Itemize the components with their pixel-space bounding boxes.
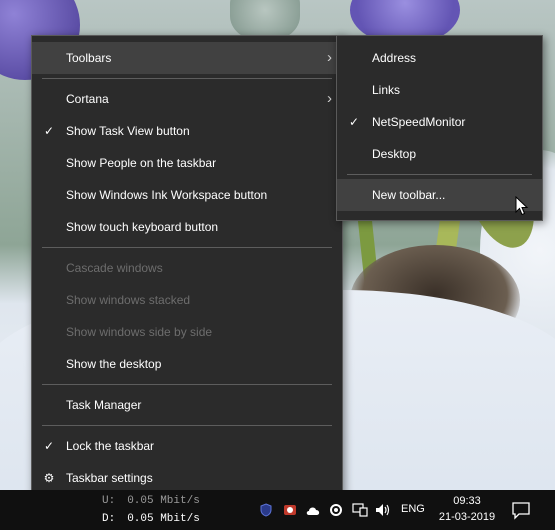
clock-time: 09:33 [453, 495, 481, 507]
menu-item-label: Lock the taskbar [66, 439, 155, 453]
taskbar-context-menu: Toolbars › Cortana › ✓ Show Task View bu… [31, 35, 343, 503]
netspeed-monitor[interactable]: U: 0.05 Mbit/s D: 0.05 Mbit/s [102, 490, 200, 528]
menu-separator [42, 425, 332, 426]
menu-item-cortana[interactable]: Cortana › [32, 83, 342, 115]
download-value: 0.05 Mbit/s [127, 513, 200, 525]
upload-label: U: [102, 495, 116, 507]
clock-date: 21-03-2019 [438, 511, 496, 523]
menu-item-label: Links [372, 83, 401, 97]
submenu-item-netspeedmonitor[interactable]: ✓ NetSpeedMonitor [337, 106, 542, 138]
menu-item-toolbars[interactable]: Toolbars › [32, 42, 342, 74]
menu-item-show-ink-workspace[interactable]: Show Windows Ink Workspace button [32, 179, 342, 211]
menu-item-label: Show People on the taskbar [66, 156, 217, 170]
submenu-item-new-toolbar[interactable]: New toolbar... [337, 179, 542, 211]
menu-item-label: Show Windows Ink Workspace button [66, 188, 268, 202]
chevron-right-icon: › [327, 49, 332, 66]
download-label: D: [102, 513, 116, 525]
menu-item-show-touch-keyboard[interactable]: Show touch keyboard button [32, 211, 342, 243]
menu-separator [42, 78, 332, 79]
submenu-item-address[interactable]: Address [337, 42, 542, 74]
menu-item-show-people[interactable]: Show People on the taskbar [32, 147, 342, 179]
shield-icon[interactable] [257, 500, 275, 520]
menu-item-label: Desktop [372, 147, 417, 161]
checkmark-icon: ✓ [43, 439, 55, 453]
menu-item-label: NetSpeedMonitor [372, 115, 466, 129]
submenu-item-links[interactable]: Links [337, 74, 542, 106]
menu-item-label: Show touch keyboard button [66, 220, 219, 234]
menu-item-show-desktop[interactable]: Show the desktop [32, 348, 342, 380]
submenu-item-desktop[interactable]: Desktop [337, 138, 542, 170]
input-language[interactable]: ENG [401, 503, 425, 515]
menu-item-label: Show the desktop [66, 357, 162, 371]
menu-separator [42, 247, 332, 248]
menu-item-label: Show windows stacked [66, 293, 191, 307]
menu-item-windows-side-by-side: Show windows side by side [32, 316, 342, 348]
menu-item-label: Cascade windows [66, 261, 163, 275]
menu-item-label: Show windows side by side [66, 325, 213, 339]
menu-item-label: Address [372, 51, 417, 65]
menu-item-label: Cortana [66, 92, 109, 106]
app-tray-icon[interactable] [281, 500, 299, 520]
menu-item-task-manager[interactable]: Task Manager [32, 389, 342, 421]
menu-separator [347, 174, 532, 175]
checkmark-icon: ✓ [43, 124, 55, 138]
menu-item-cascade-windows: Cascade windows [32, 252, 342, 284]
netspeed-download-row: D: 0.05 Mbit/s [102, 510, 200, 528]
taskbar: U: 0.05 Mbit/s D: 0.05 Mbit/s ENG 09:33 … [0, 490, 555, 530]
upload-value: 0.05 Mbit/s [127, 495, 200, 507]
menu-item-lock-taskbar[interactable]: ✓ Lock the taskbar [32, 430, 342, 462]
wallpaper-flower [230, 0, 300, 40]
menu-item-label: Task Manager [66, 398, 142, 412]
toolbars-submenu: Address Links ✓ NetSpeedMonitor Desktop … [336, 35, 543, 221]
cloud-icon[interactable] [304, 500, 322, 520]
menu-item-label: Toolbars [66, 51, 112, 65]
sync-icon[interactable] [327, 500, 345, 520]
menu-item-show-task-view[interactable]: ✓ Show Task View button [32, 115, 342, 147]
network-icon[interactable] [351, 500, 369, 520]
system-clock[interactable]: 09:33 21-03-2019 [430, 493, 504, 525]
volume-icon[interactable] [374, 500, 392, 520]
netspeed-upload-row: U: 0.05 Mbit/s [102, 492, 200, 510]
action-center-icon[interactable] [510, 500, 532, 520]
mouse-pointer-icon [515, 196, 529, 216]
chevron-right-icon: › [327, 90, 332, 107]
menu-item-windows-stacked: Show windows stacked [32, 284, 342, 316]
checkmark-icon: ✓ [348, 115, 360, 129]
menu-separator [42, 384, 332, 385]
menu-item-label: Taskbar settings [66, 471, 153, 485]
menu-item-label: New toolbar... [372, 188, 446, 202]
menu-item-label: Show Task View button [66, 124, 190, 138]
